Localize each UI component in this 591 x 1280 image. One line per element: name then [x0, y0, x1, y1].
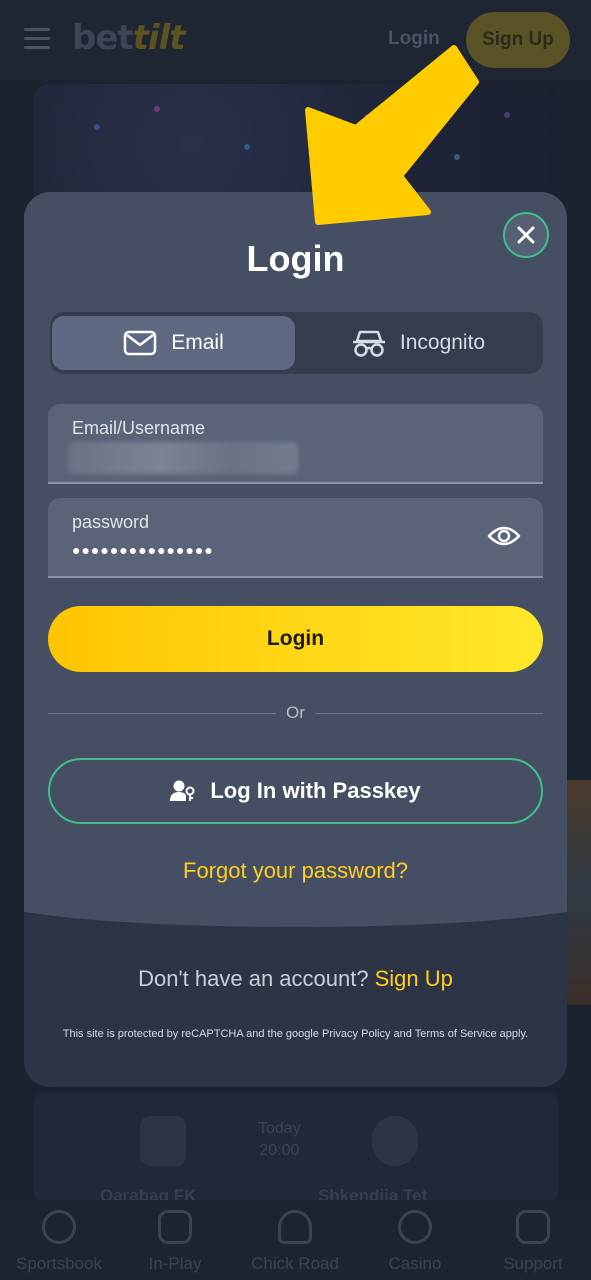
brand-logo[interactable]: bettilt — [72, 18, 185, 58]
password-field-label: password — [72, 512, 150, 532]
header-signup-button[interactable]: Sign Up — [466, 12, 570, 68]
top-bar: bettilt Login Sign Up — [0, 0, 591, 80]
match-time: Today 20:00 — [258, 1120, 301, 1159]
chicken-icon — [278, 1210, 312, 1244]
passkey-login-button[interactable]: Log In with Passkey — [48, 758, 543, 824]
modal-title: Login — [246, 238, 345, 279]
signup-prompt: Don't have an account? Sign Up — [24, 966, 567, 992]
email-field-label: Email/Username — [72, 418, 206, 438]
passkey-button-label: Log In with Passkey — [210, 778, 421, 803]
password-field-value: ●●●●●●●●●●●●●●● — [72, 542, 214, 558]
tab-incognito[interactable]: Incognito — [297, 316, 540, 370]
no-account-text: Don't have an account? — [138, 966, 369, 991]
away-team-logo — [372, 1116, 418, 1166]
login-method-tabs: Email Incognito — [50, 312, 543, 374]
nav-sportsbook[interactable]: Sportsbook — [4, 1210, 114, 1274]
nav-chick-road[interactable]: Chick Road — [240, 1210, 350, 1274]
login-button[interactable]: Login — [48, 606, 543, 672]
play-icon — [158, 1210, 192, 1244]
envelope-icon — [123, 330, 157, 356]
or-divider: Or — [48, 702, 543, 726]
nav-casino[interactable]: Casino — [360, 1210, 470, 1274]
basketball-icon — [42, 1210, 76, 1244]
incognito-icon — [352, 330, 385, 357]
modal-footer-area — [24, 902, 567, 1087]
eye-icon[interactable] — [487, 522, 521, 550]
email-field-value-redacted — [68, 442, 298, 474]
chat-icon — [516, 1210, 550, 1244]
login-modal: Login Email Incognito Email/Username pas… — [24, 192, 567, 1087]
bottom-nav: Sportsbook In-Play Chick Road Casino Sup… — [0, 1200, 591, 1280]
forgot-password-link[interactable]: Forgot your password? — [24, 858, 567, 884]
home-team-logo — [140, 1116, 186, 1166]
password-field[interactable]: password ●●●●●●●●●●●●●●● — [48, 498, 543, 578]
cherries-icon — [398, 1210, 432, 1244]
passkey-icon — [170, 780, 195, 801]
tab-email[interactable]: Email — [52, 316, 295, 370]
nav-in-play[interactable]: In-Play — [120, 1210, 230, 1274]
tab-email-label: Email — [171, 331, 224, 354]
recaptcha-notice: This site is protected by reCAPTCHA and … — [62, 1028, 529, 1040]
header-login-link[interactable]: Login — [388, 28, 440, 50]
tab-incognito-label: Incognito — [399, 331, 486, 354]
email-field[interactable]: Email/Username — [48, 404, 543, 484]
side-promo-image — [566, 780, 591, 1005]
signup-link[interactable]: Sign Up — [375, 966, 453, 991]
menu-icon[interactable] — [24, 28, 50, 50]
nav-support[interactable]: Support — [478, 1210, 588, 1274]
